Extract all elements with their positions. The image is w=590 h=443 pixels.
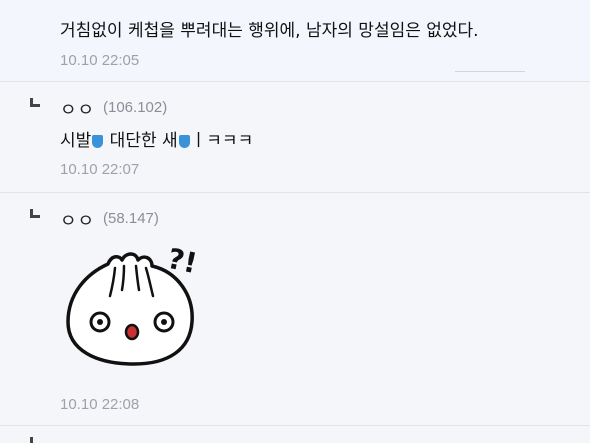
comment-text: 거침없이 케첩을 뿌려대는 행위에, 남자의 망설임은 없었다.	[60, 21, 479, 41]
comment-ip: (58.147)	[103, 210, 159, 227]
reply-arrow-icon	[30, 437, 33, 443]
censor-mark-icon	[178, 135, 190, 148]
comment-item: 거침없이 케첩을 뿌려대는 행위에, 남자의 망설임은 없었다. 10.10 2…	[0, 0, 590, 82]
comment-text: 시발 대단한 새 ㅣㅋㅋㅋ	[60, 130, 253, 152]
comment-timestamp: 10.10 22:05	[60, 52, 140, 69]
comment-timestamp: 10.10 22:08	[60, 396, 140, 413]
divider	[455, 71, 525, 72]
comment-author[interactable]: ㅇㅇ	[60, 96, 95, 122]
comment-text-part: ㅣㅋㅋㅋ	[190, 131, 254, 151]
comment-text-part: 시발	[60, 131, 92, 151]
dumpling-sticker: ?!	[66, 242, 200, 366]
comment-text-part: 대단한 새	[104, 131, 178, 151]
reply-comment: ㅇㅇ (106.102) 시발 대단한 새 ㅣㅋㅋㅋ 10.10 22:07	[0, 83, 590, 193]
reply-arrow-icon	[30, 98, 40, 107]
sticker-text: ?!	[165, 242, 200, 280]
comment-ip: (106.102)	[103, 99, 168, 116]
censor-mark-icon	[92, 135, 104, 148]
reply-comment: ㅇㅇ (58.147) ?! 10.10 22:08	[0, 194, 590, 426]
comment-author[interactable]: ㅇㅇ	[60, 207, 95, 233]
reply-arrow-icon	[30, 209, 40, 218]
comment-timestamp: 10.10 22:07	[60, 161, 140, 178]
